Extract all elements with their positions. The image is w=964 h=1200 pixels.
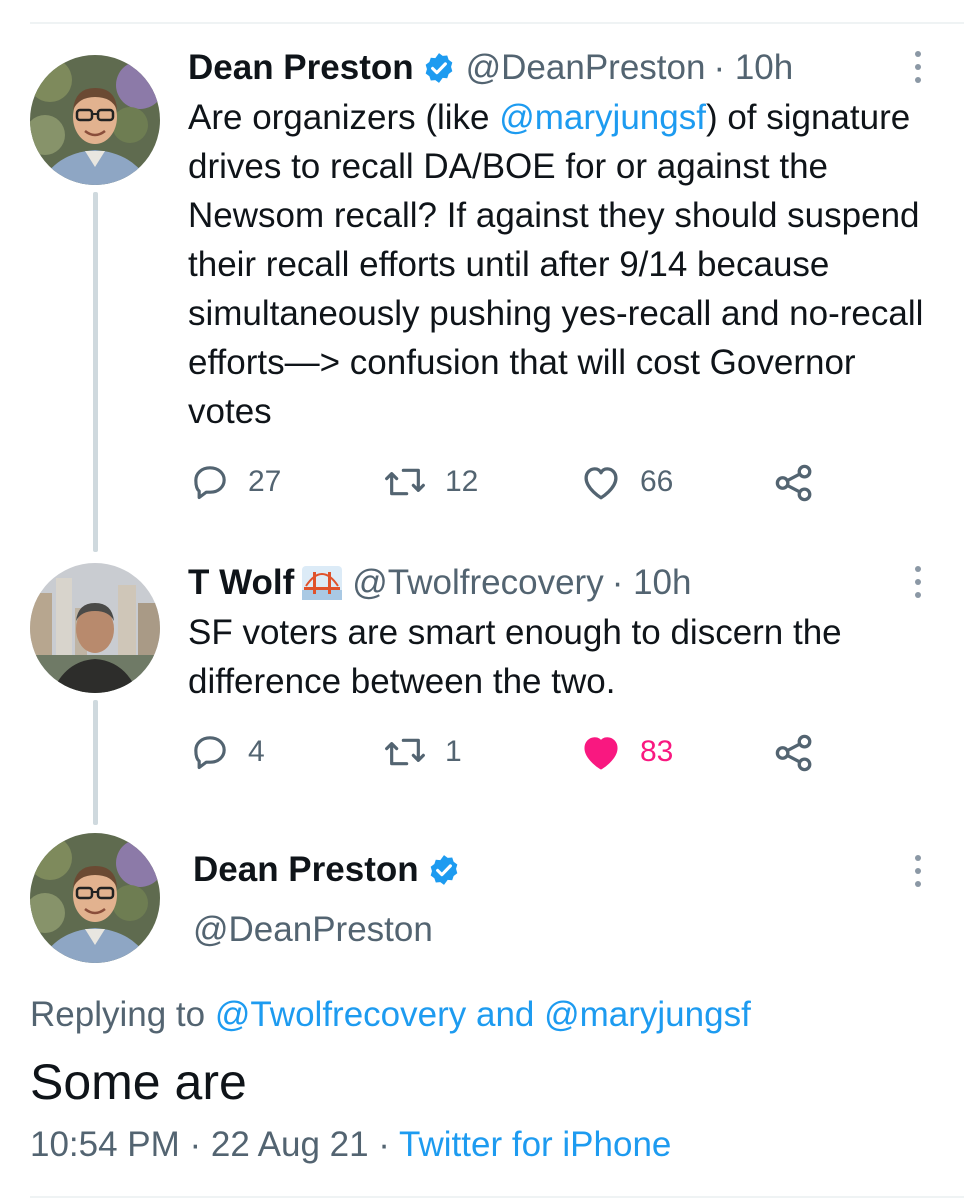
reply-icon [194, 736, 226, 770]
like-button[interactable]: 83 [580, 732, 673, 772]
author-name[interactable]: Dean Preston [193, 850, 419, 890]
author-name[interactable]: T Wolf [188, 563, 294, 603]
avatar-dean-preston[interactable] [30, 55, 160, 185]
thread-line [93, 192, 98, 552]
avatar-t-wolf[interactable] [30, 563, 160, 693]
mention-link[interactable]: @maryjungsf [499, 98, 706, 137]
replying-prefix: Replying to [30, 995, 215, 1034]
verified-badge-icon [422, 51, 456, 85]
main-tweet-text: Some are [30, 1054, 247, 1110]
retweet-count: 1 [445, 735, 462, 768]
author-handle[interactable]: @DeanPreston [193, 910, 433, 950]
tweet-time[interactable]: · 10h [713, 48, 793, 88]
reply-button[interactable]: 4 [190, 732, 265, 772]
text-before: Are organizers (like [188, 98, 500, 137]
reply-count: 4 [248, 735, 265, 768]
tweet-timestamp[interactable]: 10:54 PM · 22 Aug 21 · [30, 1125, 399, 1164]
replying-mentions[interactable]: @Twolfrecovery and @maryjungsf [215, 995, 751, 1034]
bridge-emoji-icon [302, 566, 343, 600]
bottom-divider [30, 1196, 964, 1198]
like-icon [584, 467, 618, 500]
tweet-source[interactable]: Twitter for iPhone [399, 1125, 671, 1164]
avatar-dean-preston[interactable] [30, 833, 160, 963]
retweet-button[interactable]: 12 [383, 462, 478, 502]
retweet-icon [385, 738, 425, 766]
more-icon[interactable] [913, 48, 923, 88]
reply-count: 27 [248, 465, 282, 498]
like-icon [584, 737, 618, 770]
author-name[interactable]: Dean Preston [188, 48, 414, 88]
text-after: ) of signature drives to recall DA/BOE f… [188, 98, 924, 431]
author-handle[interactable]: @Twolfrecovery [352, 563, 603, 603]
reply-button[interactable]: 27 [190, 462, 281, 502]
tweet1-text: Are organizers (like @maryjungsf) of sig… [188, 93, 948, 436]
share-icon [775, 734, 812, 772]
share-icon [775, 464, 812, 502]
tweet1-header: Dean Preston @DeanPreston · 10h [188, 48, 793, 88]
like-button[interactable]: 66 [580, 462, 673, 502]
tweet-time[interactable]: · 10h [612, 563, 692, 603]
tweet2-text: SF voters are smart enough to discern th… [188, 613, 842, 701]
more-icon[interactable] [913, 852, 923, 892]
share-button[interactable] [773, 732, 833, 774]
tweet2-header: T Wolf @Twolfrecovery · 10h [188, 563, 691, 603]
replying-to: Replying to @Twolfrecovery and @maryjung… [30, 995, 751, 1035]
verified-badge-icon [427, 853, 461, 887]
more-icon[interactable] [913, 563, 923, 603]
top-divider [30, 22, 964, 24]
thread-line [93, 700, 98, 825]
retweet-icon [385, 468, 425, 496]
author-handle[interactable]: @DeanPreston [466, 48, 706, 88]
main-tweet-name-row: Dean Preston [193, 850, 471, 890]
like-count: 66 [640, 465, 674, 498]
retweet-count: 12 [445, 465, 479, 498]
like-count: 83 [640, 735, 674, 768]
main-tweet-handle-row: @DeanPreston [193, 910, 433, 950]
tweet-meta: 10:54 PM · 22 Aug 21 · Twitter for iPhon… [30, 1125, 671, 1165]
reply-icon [194, 466, 226, 500]
retweet-button[interactable]: 1 [383, 732, 462, 772]
share-button[interactable] [773, 462, 833, 504]
